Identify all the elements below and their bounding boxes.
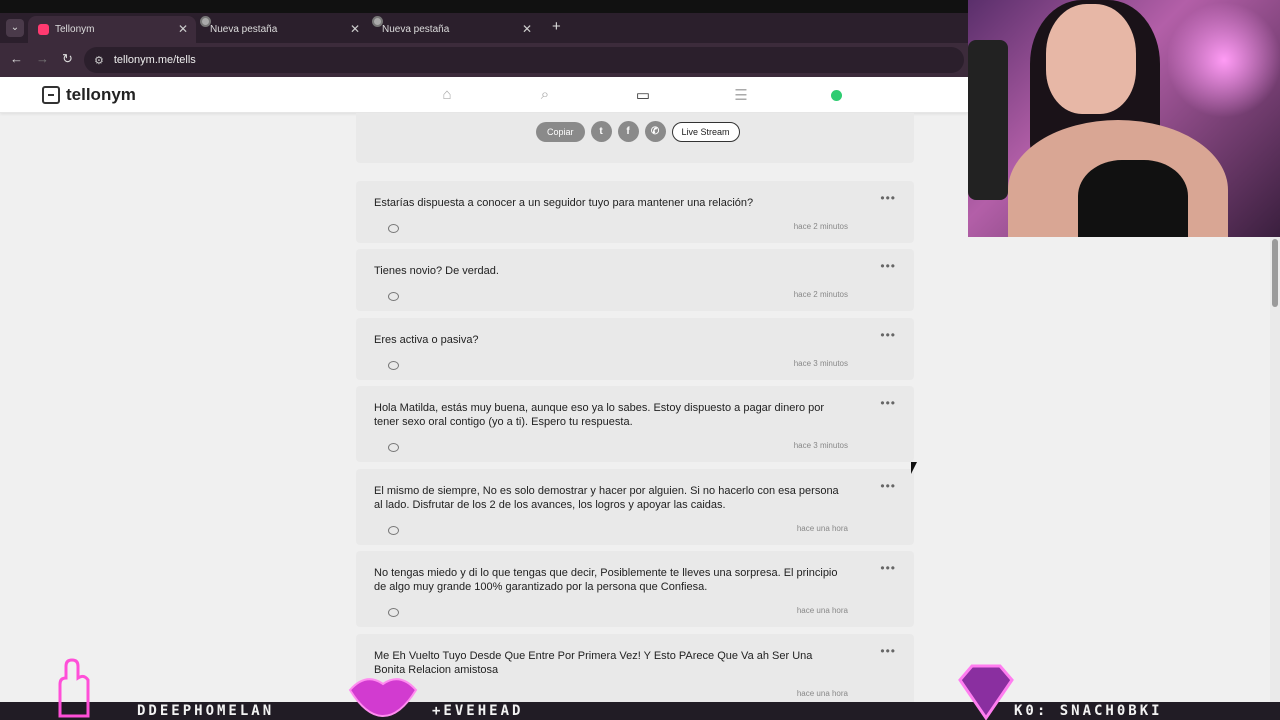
reload-icon[interactable]: ↻ bbox=[62, 51, 73, 67]
cam-light bbox=[1168, 0, 1280, 120]
browser-chrome: ⌄ Tellonym ✕ Nueva pestaña ✕ Nueva pesta… bbox=[0, 0, 968, 77]
comment-icon[interactable] bbox=[388, 443, 399, 452]
nav-bar: ← → ↻ ⚙ tellonym.me/tells bbox=[0, 43, 968, 77]
lips-emblem-icon bbox=[348, 678, 418, 718]
tell-text: Tienes novio? De verdad. bbox=[374, 265, 499, 277]
search-icon[interactable]: ⌕ bbox=[536, 86, 554, 104]
comment-icon[interactable] bbox=[388, 526, 399, 535]
webcam-overlay bbox=[968, 0, 1280, 237]
more-options-icon[interactable]: ••• bbox=[880, 561, 896, 575]
close-tab-icon[interactable]: ✕ bbox=[522, 22, 532, 36]
back-icon[interactable]: ← bbox=[10, 51, 23, 66]
more-options-icon[interactable]: ••• bbox=[880, 191, 896, 205]
forward-icon[interactable]: → bbox=[36, 51, 49, 66]
overlay-label: K0: SNACH0BKI bbox=[1014, 703, 1163, 719]
comment-icon[interactable] bbox=[388, 292, 399, 301]
diamond-emblem-icon bbox=[958, 664, 1014, 720]
live-stream-button[interactable]: Live Stream bbox=[671, 121, 740, 142]
cam-person-face bbox=[1046, 4, 1136, 114]
tell-text: Eres activa o pasiva? bbox=[374, 334, 479, 346]
close-tab-icon[interactable]: ✕ bbox=[178, 22, 188, 36]
page-scrollbar[interactable] bbox=[1270, 237, 1280, 720]
cam-person-top bbox=[1078, 160, 1188, 237]
share-card: Copiar t f ✆ Live Stream bbox=[356, 113, 914, 163]
copy-button[interactable]: Copiar bbox=[536, 121, 585, 142]
tellonym-logo[interactable]: tellonym bbox=[42, 85, 136, 105]
more-options-icon[interactable]: ••• bbox=[880, 259, 896, 273]
tell-card[interactable]: Me Eh Vuelto Tuyo Desde Que Entre Por Pr… bbox=[356, 634, 914, 710]
scrollbar-thumb[interactable] bbox=[1272, 239, 1278, 307]
microphone bbox=[968, 40, 1008, 200]
tab-title: Nueva pestaña bbox=[382, 24, 450, 35]
close-tab-icon[interactable]: ✕ bbox=[350, 22, 360, 36]
tell-card[interactable]: Estarías dispuesta a conocer a un seguid… bbox=[356, 181, 914, 243]
more-options-icon[interactable]: ••• bbox=[880, 396, 896, 410]
tab-title: Nueva pestaña bbox=[210, 24, 278, 35]
tell-card[interactable]: El mismo de siempre, No es solo demostra… bbox=[356, 469, 914, 545]
facebook-icon[interactable]: f bbox=[617, 121, 639, 142]
more-options-icon[interactable]: ••• bbox=[880, 644, 896, 658]
tab-title: Tellonym bbox=[55, 24, 95, 35]
comment-icon[interactable] bbox=[388, 608, 399, 617]
tell-time: hace 3 minutos bbox=[793, 359, 848, 368]
site-header: tellonym ⌂ ⌕ ▭ ☰ bbox=[0, 77, 968, 113]
tab-strip: ⌄ Tellonym ✕ Nueva pestaña ✕ Nueva pesta… bbox=[0, 13, 968, 43]
tell-card[interactable]: Tienes novio? De verdad. ••• hace 2 minu… bbox=[356, 249, 914, 311]
logo-icon bbox=[42, 86, 60, 104]
tell-text: Estarías dispuesta a conocer a un seguid… bbox=[374, 197, 754, 209]
comment-icon[interactable] bbox=[388, 224, 399, 233]
chrome-favicon-icon bbox=[372, 16, 383, 27]
tab-new-2[interactable]: Nueva pestaña ✕ bbox=[372, 16, 540, 43]
tab-search-button[interactable]: ⌄ bbox=[6, 19, 24, 37]
tell-text: Me Eh Vuelto Tuyo Desde Que Entre Por Pr… bbox=[374, 650, 813, 676]
new-tab-button[interactable]: + bbox=[552, 18, 561, 35]
whatsapp-icon[interactable]: ✆ bbox=[644, 121, 666, 142]
tell-card[interactable]: Hola Matilda, estás muy buena, aunque es… bbox=[356, 386, 914, 462]
home-icon[interactable]: ⌂ bbox=[438, 86, 456, 104]
tell-time: hace 2 minutos bbox=[793, 290, 848, 299]
tell-text: El mismo de siempre, No es solo demostra… bbox=[374, 485, 839, 511]
share-row: Copiar t f ✆ Live Stream bbox=[536, 121, 740, 142]
more-options-icon[interactable]: ••• bbox=[880, 479, 896, 493]
comment-icon[interactable] bbox=[388, 361, 399, 370]
tell-time: hace una hora bbox=[796, 689, 848, 698]
hand-emblem-icon bbox=[58, 658, 90, 718]
tab-new-1[interactable]: Nueva pestaña ✕ bbox=[200, 16, 368, 43]
url-text: tellonym.me/tells bbox=[113, 54, 196, 66]
chrome-favicon-icon bbox=[200, 16, 211, 27]
tellonym-favicon-icon bbox=[38, 24, 49, 35]
tell-card[interactable]: No tengas miedo y di lo que tengas que d… bbox=[356, 551, 914, 627]
inbox-icon[interactable]: ▭ bbox=[634, 86, 652, 104]
address-bar[interactable]: ⚙ tellonym.me/tells bbox=[84, 47, 964, 73]
twitter-icon[interactable]: t bbox=[590, 121, 612, 142]
more-options-icon[interactable]: ••• bbox=[880, 328, 896, 342]
tell-text: Hola Matilda, estás muy buena, aunque es… bbox=[374, 402, 825, 428]
overlay-label: DDEEPHOMELAN bbox=[137, 703, 275, 719]
overlay-label: +EVEHEAD bbox=[432, 703, 524, 719]
tell-time: hace 3 minutos bbox=[793, 441, 848, 450]
title-bar bbox=[0, 0, 968, 13]
tell-card[interactable]: Eres activa o pasiva? ••• hace 3 minutos bbox=[356, 318, 914, 380]
tell-time: hace una hora bbox=[796, 524, 848, 533]
tell-time: hace una hora bbox=[796, 606, 848, 615]
tab-tellonym[interactable]: Tellonym ✕ bbox=[28, 16, 196, 43]
chat-icon[interactable]: ☰ bbox=[732, 86, 750, 104]
tell-time: hace 2 minutos bbox=[793, 222, 848, 231]
tell-text: No tengas miedo y di lo que tengas que d… bbox=[374, 567, 838, 593]
profile-status-icon[interactable] bbox=[831, 90, 842, 101]
site-info-icon[interactable]: ⚙ bbox=[94, 54, 104, 67]
logo-text: tellonym bbox=[66, 85, 136, 104]
mouse-cursor-icon bbox=[911, 462, 917, 474]
